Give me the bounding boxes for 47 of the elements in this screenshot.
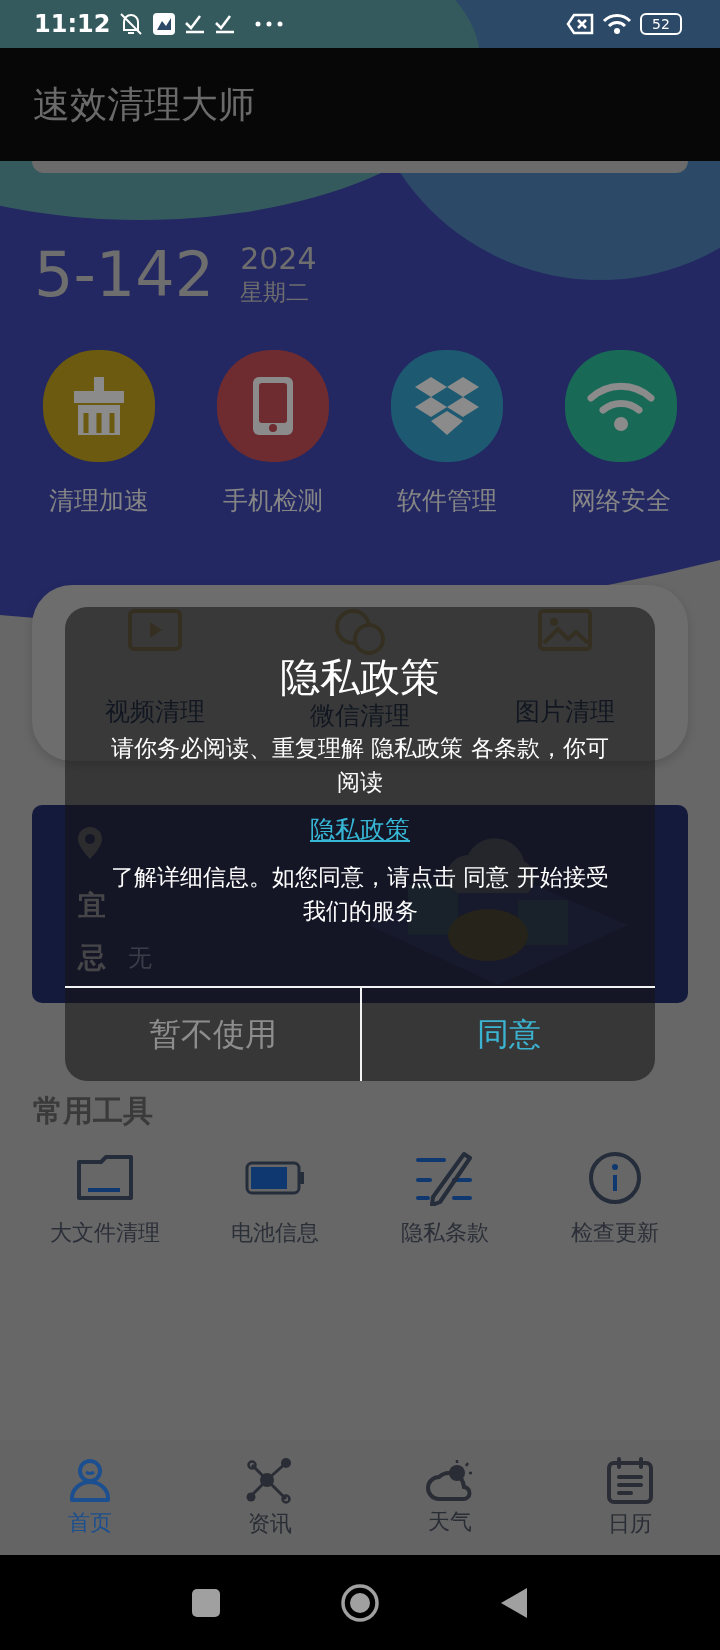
tool-label[interactable]: 隐私条款 [401,1218,489,1248]
app-title: 速效清理大师 [33,81,255,128]
dialog-message: 请你务必阅读、重复理解 隐私政策 各条款，你可阅读 [110,734,610,797]
image-icon [538,609,593,651]
nav-tab[interactable]: 首页 [0,1457,180,1538]
action-label: 软件管理 [397,484,497,517]
video-icon [127,609,182,651]
app-notification-icon [152,12,177,36]
action-label: 手机检测 [223,484,323,517]
agree-button[interactable]: 同意 [360,988,655,1081]
decline-button[interactable]: 暂不使用 [65,988,360,1081]
status-time: 11:12 [34,10,111,38]
privacy-link[interactable]: 隐私政策 [310,813,410,846]
calendar-icon [606,1456,654,1505]
action-label: 清理加速 [49,484,149,517]
dialog-title: 隐私政策 [280,657,440,697]
back-icon[interactable] [500,1586,528,1619]
nav-tab[interactable]: 资讯 [180,1456,360,1539]
home-icon[interactable] [340,1582,380,1623]
action-label: 网络安全 [571,484,671,517]
wifi-icon [602,13,632,35]
nav-tab[interactable]: 日历 [540,1456,720,1539]
boxes-icon [414,374,480,437]
year-text: 2024 [240,243,317,275]
tool-label[interactable]: 检查更新 [571,1218,659,1248]
recents-icon[interactable] [192,1588,220,1617]
check-icon [214,14,237,34]
tool-label[interactable]: 大文件清理 [50,1218,160,1248]
network-icon [246,1456,294,1505]
tool-label[interactable]: 电池信息 [231,1218,319,1248]
nav-tab[interactable]: 天气 [360,1458,540,1537]
info-icon [588,1151,642,1205]
battery-indicator: 52 [640,13,682,35]
more-icon [254,20,285,28]
cloud-sun-icon [425,1458,475,1503]
phone-icon [251,374,295,437]
check-icon [184,14,207,34]
notes-pen-icon [416,1150,474,1206]
weekday-text: 星期二 [240,277,311,307]
dialog-message: 了解详细信息。如您同意，请点击 同意 开始接受我们的服务 [110,863,610,926]
folder-icon [76,1154,134,1202]
battery-icon [245,1161,305,1195]
no-sim-icon [566,13,594,35]
user-icon [69,1457,111,1504]
chat-icon [333,609,387,655]
date-text: 5-142 [34,244,215,307]
location-pin-icon [78,827,102,859]
